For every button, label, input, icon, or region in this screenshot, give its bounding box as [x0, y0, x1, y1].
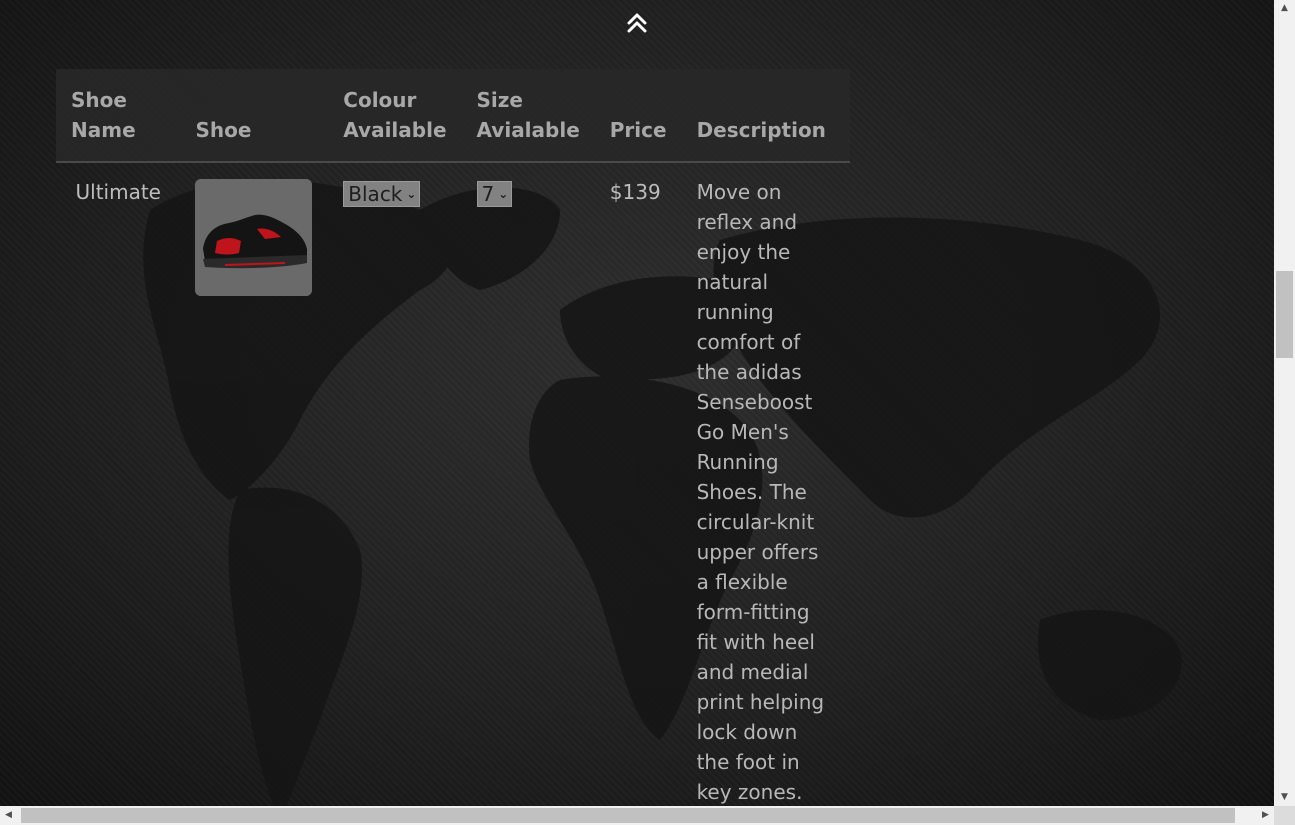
description-cell: Move on reflex and enjoy the natural run… — [696, 180, 825, 804]
colour-select[interactable]: Black ⌄ — [343, 181, 421, 207]
scroll-up-arrow-icon[interactable]: ▲ — [1274, 0, 1295, 17]
scroll-left-arrow-icon[interactable]: ◀ — [0, 806, 17, 825]
double-chevron-up-icon — [627, 13, 647, 33]
shoe-image-cell — [180, 162, 328, 806]
price-cell: $139 — [609, 180, 661, 204]
size-select-value: 7 — [481, 182, 495, 206]
scroll-down-arrow-icon[interactable]: ▼ — [1274, 789, 1295, 806]
shoes-table: Shoe Name Shoe Colour Available Size Avi… — [56, 69, 850, 806]
header-description: Description — [681, 69, 850, 163]
horizontal-scrollbar-thumb[interactable] — [21, 808, 1235, 823]
vertical-scrollbar-thumb[interactable] — [1276, 271, 1293, 358]
australia-shape — [1038, 610, 1182, 720]
vertical-scrollbar[interactable]: ▲ ▼ — [1274, 0, 1295, 806]
scroll-to-top-button[interactable] — [626, 10, 648, 34]
table-row: Ultimate Black ⌄ 7 ⌄ $139 Move on reflex… — [56, 162, 850, 806]
size-cell: 7 ⌄ — [462, 162, 595, 806]
scroll-right-arrow-icon[interactable]: ▶ — [1257, 806, 1274, 825]
chevron-down-icon: ⌄ — [406, 187, 417, 201]
shoe-name-cell: Ultimate — [75, 180, 161, 204]
black-red-sneaker-image — [195, 179, 313, 296]
shoe-image[interactable] — [195, 179, 313, 296]
header-price: Price — [594, 69, 682, 163]
header-size: Size Avialable — [461, 69, 595, 163]
size-select[interactable]: 7 ⌄ — [476, 181, 513, 207]
chevron-down-icon: ⌄ — [498, 187, 509, 201]
colour-select-value: Black — [348, 182, 403, 206]
table-header-row: Shoe Name Shoe Colour Available Size Avi… — [56, 69, 850, 163]
colour-cell: Black ⌄ — [328, 162, 461, 806]
header-shoe: Shoe — [180, 69, 329, 163]
header-colour: Colour Available — [328, 69, 462, 163]
header-shoe-name: Shoe Name — [56, 69, 181, 163]
page-viewport: Shoe Name Shoe Colour Available Size Avi… — [0, 0, 1274, 806]
horizontal-scrollbar[interactable]: ◀ ▶ — [0, 806, 1274, 825]
scrollbar-corner — [1274, 806, 1295, 825]
